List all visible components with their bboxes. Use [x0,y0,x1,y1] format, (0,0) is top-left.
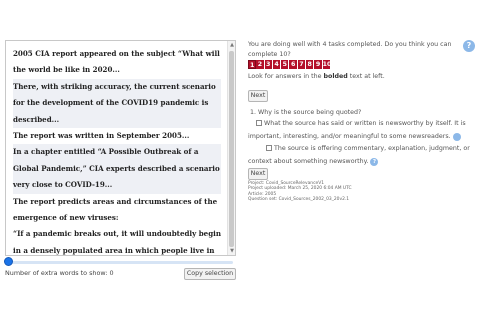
progress-step: 8 [306,60,315,69]
instruction-prefix: Look for answers in the [248,73,324,80]
article-paragraph: “If a pandemic breaks out, it will undou… [13,229,222,255]
option-1: What the source has said or written is n… [248,118,473,143]
article-paragraph: There, with striking accuracy, the curre… [13,78,221,129]
progress-step: 1 [248,60,257,69]
progress-step: 6 [289,60,298,69]
question-options: What the source has said or written is n… [248,118,473,168]
triangle-up-icon[interactable]: ▲ [228,41,235,49]
article-paragraph: The report was written in September 2005… [13,131,190,141]
meta-uploaded: Project uploaded: March 25, 2020 6:04 AM… [248,186,352,192]
extra-words-slider-thumb[interactable] [4,257,13,266]
progress-step: 3 [264,60,273,69]
progress-step: 9 [314,60,323,69]
progress-message: You are doing well with 4 tasks complete… [248,41,452,58]
task-progress-steps: 1 2 3 4 5 6 7 8 9 10 [248,60,331,69]
scrollbar-thumb[interactable] [229,51,234,247]
progress-step: 10 [322,60,332,69]
instruction-bold-word: bolded [323,73,348,80]
article-panel: 2005 CIA report appeared on the subject … [5,40,236,256]
extra-words-slider[interactable] [8,261,233,264]
next-button[interactable]: Next [248,168,268,180]
option-1-label: What the source has said or written is n… [248,120,466,140]
question-title: 1. Why is the source being quoted? [250,109,362,116]
question-circle-icon[interactable]: ? [450,132,461,141]
triangle-down-icon[interactable]: ▼ [228,247,235,255]
project-metadata: Project: Covid_SourceRelevanceV1 Project… [248,181,352,202]
article-paragraph: 2005 CIA report appeared on the subject … [13,49,220,75]
meta-question-set: Question set: Covid_Sources_2002_03_20v2… [248,196,350,202]
option-2-checkbox[interactable] [266,144,272,151]
instruction-suffix: text at left. [347,73,385,80]
extra-words-label: Number of extra words to show: 0 [5,269,114,277]
progress-step: 5 [281,60,290,69]
article-paragraph: The report predicts areas and circumstan… [13,196,218,223]
article-scrollbar[interactable]: ▲ ▼ [227,41,235,255]
option-2: The source is offering commentary, expla… [248,143,473,168]
question-circle-icon[interactable]: ? [370,157,379,166]
progress-step: 2 [256,60,265,69]
option-1-checkbox[interactable] [256,119,262,126]
option-2-label: The source is offering commentary, expla… [248,145,470,165]
instruction-text: Look for answers in the bolded text at l… [248,73,385,80]
progress-step: 4 [272,60,282,69]
copy-selection-button[interactable]: Copy selection [184,268,236,280]
article-text: 2005 CIA report appeared on the subject … [6,41,227,255]
article-paragraph: In a chapter entitled “A Possible Outbre… [13,144,221,194]
question-circle-icon[interactable]: ? [463,40,475,52]
next-button[interactable]: Next [248,90,268,102]
progress-step: 7 [297,60,307,69]
